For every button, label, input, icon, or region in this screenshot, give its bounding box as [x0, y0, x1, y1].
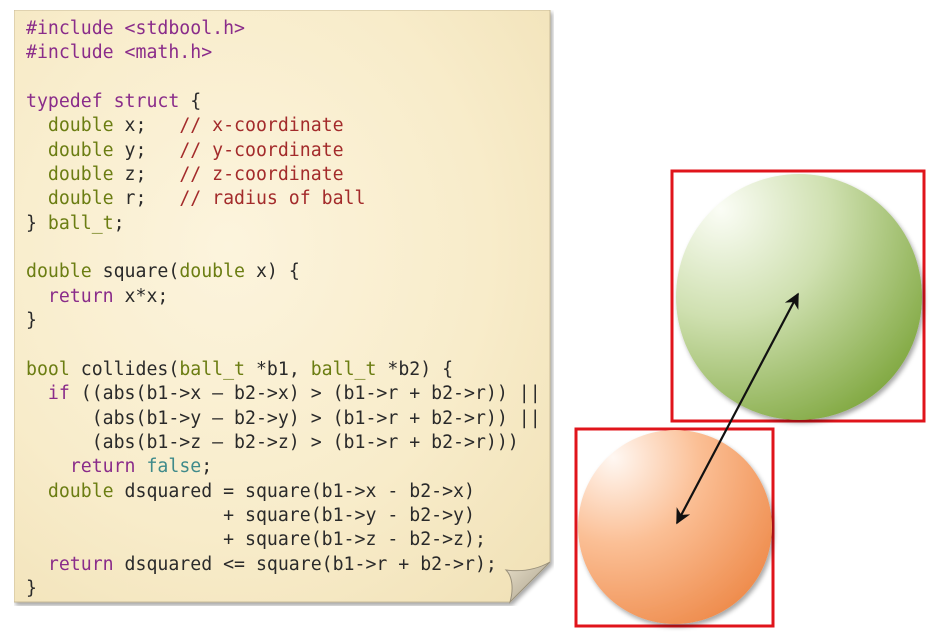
orange-ball: [578, 430, 772, 624]
collision-diagram: [574, 169, 926, 628]
green-ball: [676, 174, 922, 420]
